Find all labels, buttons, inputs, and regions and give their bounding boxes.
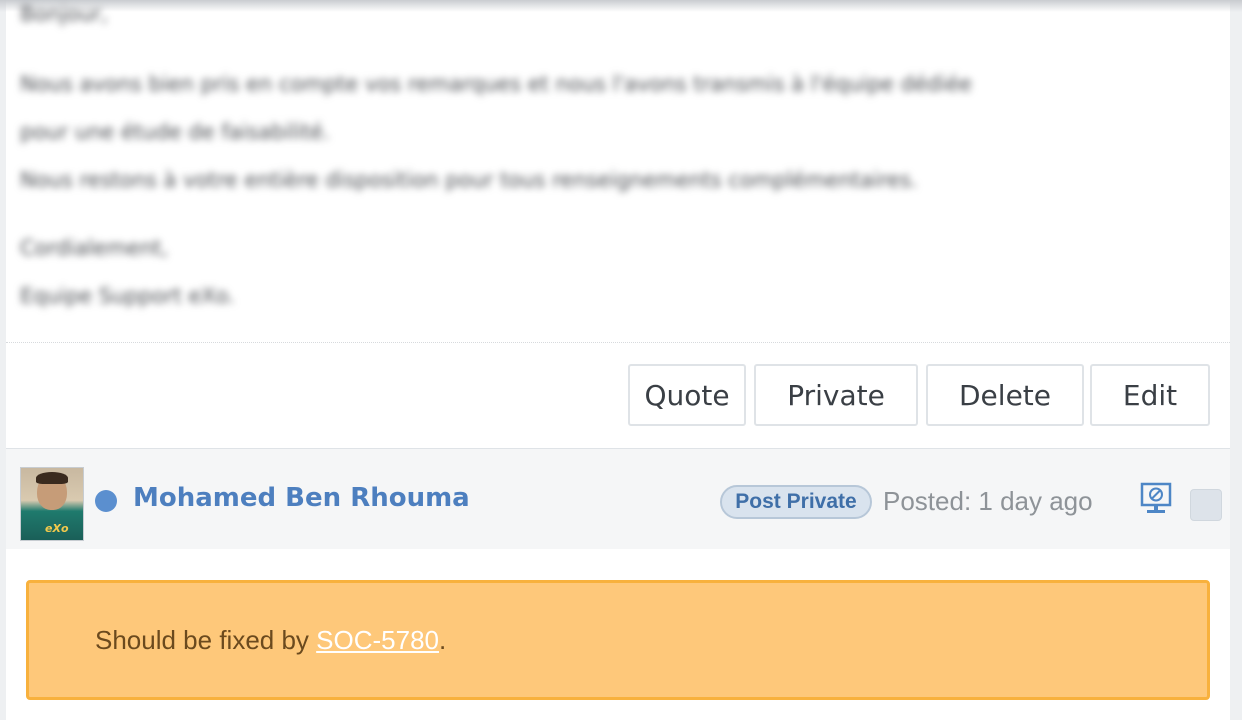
message-line: pour une étude de faisabilité. [20, 120, 330, 144]
message-line: Cordialement, [20, 236, 169, 260]
message-line: Equipe Support eXo. [20, 284, 235, 308]
message-line: Nous avons bien pris en compte vos remar… [20, 72, 972, 96]
edit-button[interactable]: Edit [1090, 364, 1210, 426]
note-suffix: . [439, 625, 447, 655]
avatar[interactable]: eXo [20, 467, 84, 541]
post-private-badge: Post Private [720, 485, 872, 519]
top-shadow [0, 0, 1242, 12]
message-line: Nous restons à votre entière disposition… [20, 168, 918, 192]
divider [6, 342, 1230, 343]
quote-button[interactable]: Quote [628, 364, 746, 426]
delete-button[interactable]: Delete [926, 364, 1084, 426]
avatar-hair [36, 472, 68, 484]
note-prefix: Should be fixed by [95, 625, 317, 655]
note-box: Should be fixed by SOC-5780. [26, 580, 1210, 700]
private-button[interactable]: Private [754, 364, 918, 426]
post-header: eXo Mohamed Ben Rhouma Post Private Post… [6, 448, 1230, 549]
issue-link[interactable]: SOC-5780 [316, 625, 439, 655]
posted-time: Posted: 1 day ago [883, 486, 1093, 516]
online-dot-icon [95, 490, 117, 512]
note-text: Should be fixed by SOC-5780. [95, 625, 446, 656]
message-line: Bonjour, [20, 2, 108, 26]
author-link[interactable]: Mohamed Ben Rhouma [133, 483, 470, 513]
monitor-icon[interactable] [1138, 481, 1174, 517]
avatar-logo: eXo [45, 522, 69, 535]
select-checkbox[interactable] [1190, 489, 1222, 521]
